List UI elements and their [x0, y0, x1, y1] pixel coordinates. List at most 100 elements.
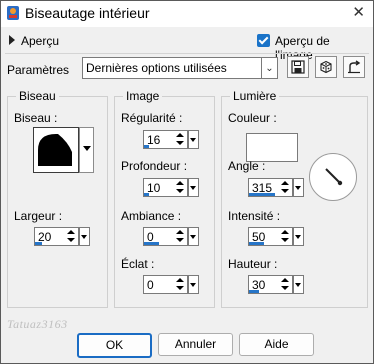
intensity-stepper[interactable]: 50 — [248, 227, 304, 246]
depth-label: Profondeur : — [121, 159, 188, 173]
width-stepper[interactable]: 20 — [34, 227, 90, 246]
preview-image-checkbox[interactable] — [257, 34, 270, 47]
smoothness-stepper[interactable]: 16 — [143, 130, 199, 149]
width-level-bar — [35, 242, 42, 245]
angle-arrows[interactable] — [278, 178, 293, 197]
elevation-level-bar — [249, 290, 259, 293]
bevel-shape-swatch[interactable] — [33, 127, 79, 173]
down-arrow-icon[interactable] — [281, 189, 289, 193]
intensity-arrows[interactable] — [278, 227, 293, 246]
shininess-stepper[interactable]: 0 — [143, 275, 199, 294]
elevation-dropdown[interactable] — [293, 275, 304, 294]
up-arrow-icon[interactable] — [67, 230, 75, 234]
bevel-label: Biseau : — [14, 111, 58, 125]
down-arrow-icon[interactable] — [281, 286, 289, 290]
shininess-value: 0 — [147, 278, 154, 292]
depth-input[interactable]: 10 — [143, 178, 175, 197]
cancel-button[interactable]: Annuler — [158, 333, 233, 356]
dice-icon — [320, 60, 332, 74]
up-arrow-icon[interactable] — [176, 133, 184, 137]
watermark: Tatuaz3163 — [7, 317, 68, 331]
ambience-stepper[interactable]: 0 — [143, 227, 199, 246]
smoothness-label: Régularité : — [121, 111, 183, 125]
light-group: Lumière Couleur : Angle : 315 Intensité … — [221, 89, 368, 308]
down-arrow-icon[interactable] — [176, 238, 184, 242]
bevel-dialog: Biseautage intérieur ✕ Aperçu Aperçu de … — [0, 0, 374, 364]
width-input[interactable]: 20 — [34, 227, 66, 246]
reset-icon — [348, 60, 361, 74]
angle-input[interactable]: 315 — [248, 178, 280, 197]
width-dropdown[interactable] — [79, 227, 90, 246]
depth-stepper[interactable]: 10 — [143, 178, 199, 197]
angle-label: Angle : — [228, 159, 266, 173]
ambience-label: Ambiance : — [121, 209, 182, 223]
up-arrow-icon[interactable] — [176, 278, 184, 282]
save-icon — [291, 60, 305, 74]
ambience-arrows[interactable] — [173, 227, 188, 246]
angle-dropdown[interactable] — [293, 178, 304, 197]
light-color-swatch[interactable] — [246, 133, 298, 162]
elevation-arrows[interactable] — [278, 275, 293, 294]
image-group-title: Image — [123, 89, 163, 103]
smoothness-input[interactable]: 16 — [143, 130, 175, 149]
up-arrow-icon[interactable] — [281, 181, 289, 185]
ambience-dropdown[interactable] — [188, 227, 199, 246]
elevation-stepper[interactable]: 30 — [248, 275, 304, 294]
depth-dropdown[interactable] — [188, 178, 199, 197]
angle-dial[interactable] — [309, 153, 357, 201]
ambience-input[interactable]: 0 — [143, 227, 175, 246]
smoothness-level-bar — [144, 145, 150, 148]
shininess-dropdown[interactable] — [188, 275, 199, 294]
intensity-dropdown[interactable] — [293, 227, 304, 246]
depth-value: 10 — [147, 181, 161, 195]
dialog-title: Biseautage intérieur — [25, 5, 150, 21]
reset-button[interactable] — [343, 56, 365, 78]
params-label: Paramètres — [7, 63, 70, 77]
close-icon[interactable]: ✕ — [352, 3, 365, 21]
down-arrow-icon[interactable] — [176, 286, 184, 290]
light-group-title: Lumière — [230, 89, 280, 103]
angle-needle-icon — [325, 168, 343, 186]
preview-row: Aperçu Aperçu de l'image — [7, 33, 369, 62]
preset-value: Dernières options utilisées — [86, 61, 227, 75]
depth-level-bar — [144, 193, 149, 196]
angle-stepper[interactable]: 315 — [248, 178, 304, 197]
intensity-label: Intensité : — [228, 209, 281, 223]
help-button[interactable]: Aide — [239, 333, 314, 356]
shininess-input[interactable]: 0 — [143, 275, 175, 294]
divider — [5, 53, 369, 54]
down-arrow-icon[interactable] — [281, 238, 289, 242]
color-label: Couleur : — [228, 111, 277, 125]
width-arrows[interactable] — [64, 227, 79, 246]
up-arrow-icon[interactable] — [176, 181, 184, 185]
chevron-down-icon[interactable]: ⌄ — [261, 58, 277, 78]
bevel-shape-dropdown[interactable] — [79, 127, 94, 173]
app-icon — [7, 6, 19, 20]
bevel-group: Biseau Biseau : Largeur : 20 — [7, 89, 108, 308]
width-label: Largeur : — [14, 209, 63, 223]
ok-button[interactable]: OK — [77, 333, 152, 358]
smoothness-dropdown[interactable] — [188, 130, 199, 149]
intensity-input[interactable]: 50 — [248, 227, 280, 246]
chevron-right-icon[interactable] — [9, 35, 15, 45]
elevation-input[interactable]: 30 — [248, 275, 280, 294]
depth-arrows[interactable] — [173, 178, 188, 197]
up-arrow-icon[interactable] — [281, 278, 289, 282]
preset-select[interactable]: Dernières options utilisées ⌄ — [82, 57, 278, 79]
down-arrow-icon[interactable] — [176, 189, 184, 193]
randomize-button[interactable] — [315, 56, 337, 78]
bevel-group-title: Biseau — [16, 89, 59, 103]
title-bar: Biseautage intérieur ✕ — [1, 1, 373, 27]
down-arrow-icon[interactable] — [67, 238, 75, 242]
down-arrow-icon[interactable] — [176, 141, 184, 145]
preview-toggle[interactable]: Aperçu — [21, 34, 59, 48]
image-group: Image Régularité : 16 Profondeur : 10 Am… — [114, 89, 215, 308]
up-arrow-icon[interactable] — [176, 230, 184, 234]
shininess-arrows[interactable] — [173, 275, 188, 294]
ambience-level-bar — [144, 242, 159, 245]
save-preset-button[interactable] — [287, 56, 309, 78]
smoothness-arrows[interactable] — [173, 130, 188, 149]
intensity-level-bar — [249, 242, 264, 245]
shininess-label: Éclat : — [121, 257, 155, 271]
up-arrow-icon[interactable] — [281, 230, 289, 234]
